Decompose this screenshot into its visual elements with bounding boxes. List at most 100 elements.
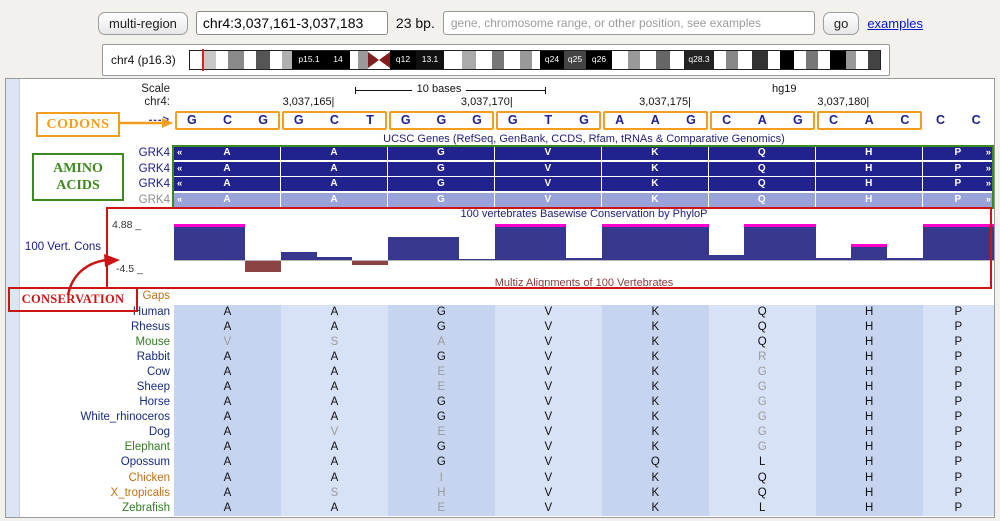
chromosome-band [532,51,540,69]
gene-label[interactable]: GRK4 [26,146,174,160]
conservation-min-value: -4.5 _ [116,263,143,275]
alignment-row: White_rhinocerosAAGVKGHP [6,410,994,425]
amino-acid-cell: E [388,501,495,516]
amino-acid-cell: G [709,440,816,455]
conservation-clip-cap [174,224,210,227]
conservation-clip-cap [744,224,780,227]
amino-acid-cell: K [602,335,709,350]
species-label[interactable]: White_rhinoceros [26,410,174,425]
conservation-bar [673,227,709,260]
amino-acid-cell: V [495,410,602,425]
gene-exon-bar[interactable]: A«AGVKQHP» [174,193,994,207]
amino-acid-cell: K [602,350,709,365]
chromosome-band: p15.1 [292,51,326,69]
genes-track-title[interactable]: UCSC Genes (RefSeq, GenBank, CCDS, Rfam,… [174,133,994,145]
amino-acid-cell: V [495,425,602,440]
position-label: 3,037,165| [283,96,335,108]
conservation-clip-cap [495,224,531,227]
gene-exon-bar[interactable]: A«AGVKQHP» [174,146,994,160]
chromosome-band [640,51,656,69]
strand-arrows-right-icon: » [986,146,990,160]
position-ruler: 3,037,165|3,037,170|3,037,175|3,037,180| [174,96,994,109]
track-controls-strip[interactable] [6,79,20,517]
amino-acid-cell: V [495,486,602,501]
ideogram-bar[interactable]: p15.114q1213.1q24q25q26q28.3 [189,50,881,70]
amino-acid-cell: P [923,486,994,501]
gene-label[interactable]: GRK4 [26,193,174,207]
band-label: 13.1 [416,51,444,68]
amino-acid-cell: R [709,350,816,365]
amino-acid-cell: H [816,455,923,470]
amino-acid-cell: K [602,395,709,410]
alignment-row: ElephantAAGVKGHP [6,440,994,455]
species-label[interactable]: Chicken [26,471,174,486]
codon-segment: A [281,146,387,160]
gene-label[interactable]: GRK4 [26,177,174,191]
chromosome-band [228,51,244,69]
conservation-bar [424,237,460,260]
alignment-row: RabbitAAGVKRHP [6,350,994,365]
alignment-cells: ASHVKQHP [174,486,994,501]
amino-acid-cell: V [495,365,602,380]
alignment-row: OpossumAAGVQLHP [6,455,994,470]
species-label[interactable]: Opossum [26,455,174,470]
species-label[interactable]: Rhesus [26,320,174,335]
amino-acid-cell: P [923,471,994,486]
gene-exon-bar[interactable]: A«AGVKQHP» [174,162,994,176]
chromosome-band [520,51,532,69]
alignment-row: X_tropicalisASHVKQHP [6,486,994,501]
conservation-track-label[interactable]: 100 Vert. Cons [6,241,101,253]
gene-track-row: GRK4A«AGVKQHP» [6,162,994,176]
base-letter: G [566,109,602,133]
amino-acid-cell: L [709,501,816,516]
position-input[interactable] [196,11,388,35]
gene-exon-bar[interactable]: A«AGVKQHP» [174,177,994,191]
alignment-row: RhesusAAGVKQHP [6,320,994,335]
amino-acid-cell: H [816,440,923,455]
species-label[interactable]: Mouse [26,335,174,350]
scale-track-label: Scale [26,83,174,96]
species-label[interactable]: Elephant [26,440,174,455]
ideogram-label: chr4 (p16.3) [103,53,189,67]
strand-arrows-right-icon: » [986,177,990,191]
chromosome-band [216,51,228,69]
chromosome-band [628,51,640,69]
scale-bar: hg19 10 bases [174,83,994,96]
species-label[interactable]: Dog [26,425,174,440]
conservation-bar [744,227,780,260]
multiz-track-title[interactable]: Multiz Alignments of 100 Vertebrates [174,277,994,289]
base-letter: C [816,109,852,133]
species-label[interactable]: Sheep [26,380,174,395]
examples-link[interactable]: examples [867,16,923,31]
gaps-label[interactable]: Gaps [26,290,174,305]
species-label[interactable]: Human [26,305,174,320]
gene-label[interactable]: GRK4 [26,162,174,176]
amino-acid-cell: E [388,425,495,440]
amino-acid-cell: V [495,335,602,350]
chromosome-band: q28.3 [684,51,714,69]
band-label: q28.3 [684,51,714,68]
species-label[interactable]: Rabbit [26,350,174,365]
amino-acid-cell: P [923,425,994,440]
chromosome-band [656,51,670,69]
codon-segment: Q [709,146,815,160]
species-label[interactable]: Cow [26,365,174,380]
species-label[interactable]: X_tropicalis [26,486,174,501]
codon-segment: H [816,146,922,160]
chromosome-ideogram: chr4 (p16.3) p15.114q1213.1q24q25q26q28.… [102,44,890,76]
go-button[interactable]: go [823,12,859,35]
centromere [368,51,390,69]
codon-segment: G [388,177,494,191]
species-label[interactable]: Horse [26,395,174,410]
conservation-bar [531,227,567,260]
species-label[interactable]: Zebrafish [26,501,174,516]
conservation-track-title[interactable]: 100 vertebrates Basewise Conservation by… [174,208,994,220]
search-input[interactable] [443,11,815,35]
amino-acid-cell: K [602,305,709,320]
base-letter: C [210,109,246,133]
multi-region-button[interactable]: multi-region [98,12,188,35]
conservation-bar [281,252,317,260]
amino-acid-cell: V [281,425,388,440]
chromosome-band [492,51,504,69]
conservation-bar [566,258,602,260]
